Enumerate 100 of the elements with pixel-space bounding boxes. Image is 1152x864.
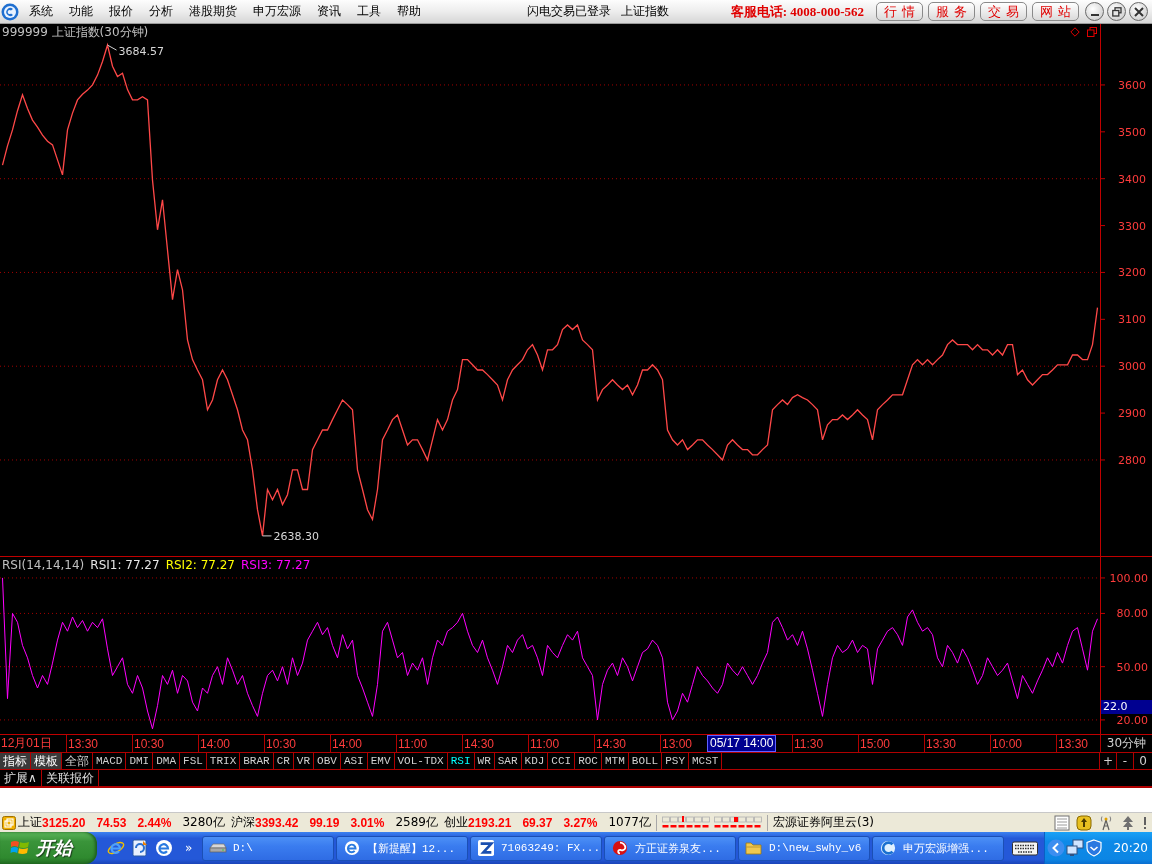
index-percent: 3.01% — [350, 815, 385, 830]
browser-e-icon[interactable] — [155, 839, 173, 857]
axis-label: 2900 — [1118, 407, 1146, 421]
index-name-link[interactable]: 上证指数 — [618, 3, 671, 20]
indicator-tab[interactable]: MACD — [93, 753, 127, 769]
double-up-arrow-icon[interactable] — [1120, 814, 1136, 831]
refresh-page-icon[interactable] — [131, 839, 149, 857]
legend-value: RSI1: 77.27 — [90, 558, 160, 572]
task-button[interactable]: 71063249: FX... — [470, 835, 602, 861]
axis-label: 2800 — [1118, 453, 1146, 467]
menu-item[interactable]: 工具 — [349, 1, 389, 22]
restore-button[interactable] — [1107, 2, 1126, 21]
indicator-title: RSI(14,14,14) — [2, 558, 85, 572]
time-label: 13:30 — [68, 736, 99, 751]
task-button[interactable]: D:\new_swhy_v6 — [738, 835, 870, 861]
quick-button[interactable]: 网 站 — [1032, 2, 1079, 21]
menu-item[interactable]: 功能 — [61, 1, 101, 22]
quick-button[interactable]: 服 务 — [928, 2, 975, 21]
close-button[interactable] — [1129, 2, 1148, 21]
panel-tab[interactable]: 指标 — [0, 753, 31, 769]
index-value: 2193.21 — [468, 815, 512, 830]
task-button[interactable]: 【新提醒】12... — [336, 835, 468, 861]
legend-value: RSI2: 77.27 — [165, 558, 235, 572]
menu-item[interactable]: 系统 — [21, 1, 61, 22]
indicator-tab[interactable]: CCI — [548, 753, 576, 769]
minimize-button[interactable] — [1085, 2, 1104, 21]
index-percent: 3.27% — [563, 815, 598, 830]
task-button[interactable]: 申万宏源增强... — [872, 835, 1004, 861]
axis-label: 50.00 — [1116, 660, 1148, 674]
clock: 20:20 — [1113, 841, 1148, 855]
coin-icon[interactable] — [1076, 814, 1092, 831]
indicator-tab[interactable]: 全部 — [62, 753, 93, 769]
swirl-logo-icon — [611, 840, 629, 856]
time-label: 14:00 — [332, 736, 363, 751]
ring-logo-icon — [879, 840, 897, 856]
index-value: 3393.42 — [255, 815, 299, 830]
time-label: 10:30 — [266, 736, 297, 751]
window-restore-icon[interactable] — [1087, 27, 1097, 37]
axis-label: 3400 — [1118, 172, 1146, 186]
task-button[interactable]: 方正证券泉友... — [604, 835, 736, 861]
panel-tab[interactable]: 模板 — [31, 753, 62, 769]
menu-item[interactable]: 资讯 — [309, 1, 349, 22]
menu-item[interactable]: 分析 — [141, 1, 181, 22]
time-label: 13:00 — [662, 736, 693, 751]
restore-icon — [1111, 6, 1122, 17]
antenna-icon[interactable] — [1098, 814, 1114, 831]
app-logo-icon[interactable] — [1, 2, 19, 21]
quote-window-icon[interactable] — [2, 815, 16, 830]
axis-label: 3100 — [1118, 313, 1146, 327]
hotline-text: 客服电话: 4008-000-562 — [730, 2, 864, 21]
menu-item[interactable]: 帮助 — [389, 1, 429, 22]
indicator-tab[interactable]: OBV — [314, 753, 341, 769]
chevron-left-icon[interactable] — [1047, 839, 1065, 857]
keyboard-icon[interactable] — [1012, 840, 1038, 856]
index-name: 创业 — [444, 814, 468, 831]
browser-e-icon — [343, 840, 361, 856]
time-label: 14:30 — [464, 736, 495, 751]
diamond-icon[interactable] — [1070, 27, 1080, 37]
indicator-tab[interactable]: MTM — [602, 753, 629, 769]
indicator-tab[interactable]: MCST — [689, 753, 723, 769]
exclamation-icon[interactable] — [1142, 814, 1148, 831]
network-icon[interactable] — [1066, 839, 1084, 857]
more-button[interactable]: » — [183, 841, 195, 855]
quick-button[interactable]: 行 情 — [876, 2, 923, 21]
folder-icon — [745, 840, 763, 856]
axis-label: 3300 — [1118, 219, 1146, 233]
axis-label: 20.00 — [1116, 713, 1148, 727]
time-label: 15:00 — [860, 736, 891, 751]
time-label: 14:30 — [596, 736, 627, 751]
price-annotation: 3684.57 — [118, 45, 164, 59]
minimize-icon — [1090, 14, 1099, 16]
menu-item[interactable]: 报价 — [101, 1, 141, 22]
time-label: 11:00 — [530, 736, 560, 751]
signal-meter-icon — [662, 815, 762, 830]
time-label: 12月01日 — [1, 735, 52, 752]
cursor-time-label: 05/17 14:00 — [707, 735, 777, 752]
index-change: 74.53 — [96, 815, 127, 830]
close-icon — [1133, 6, 1144, 17]
indicator-tab[interactable]: VOL-TDX — [394, 753, 448, 769]
quick-button[interactable]: 交 易 — [980, 2, 1027, 21]
start-button[interactable]: 开始 — [0, 832, 97, 864]
axis-label: 3200 — [1118, 266, 1146, 280]
indicator-tab[interactable]: VR — [293, 753, 315, 769]
index-change: 99.19 — [309, 815, 340, 830]
menu-item[interactable]: 港股期货 — [181, 1, 245, 22]
indicator-tab[interactable]: WR — [474, 753, 495, 769]
index-turnover: 2589亿 — [395, 814, 438, 831]
time-label: 13:30 — [1058, 736, 1089, 751]
shield-icon[interactable] — [1085, 839, 1103, 857]
axis-label: 3000 — [1118, 360, 1146, 374]
menu-item[interactable]: 申万宏源 — [245, 1, 309, 22]
index-change: 69.37 — [522, 815, 553, 830]
time-label: 10:00 — [992, 736, 1023, 751]
browser-e-icon[interactable] — [107, 839, 125, 857]
axis-label: 3600 — [1118, 78, 1146, 92]
login-status: 闪电交易已登录 — [526, 3, 611, 20]
index-name: 沪深 — [231, 814, 255, 831]
task-button[interactable]: D:\ — [202, 835, 334, 861]
time-label: 13:30 — [926, 736, 957, 751]
index-turnover: 1077亿 — [608, 814, 651, 831]
